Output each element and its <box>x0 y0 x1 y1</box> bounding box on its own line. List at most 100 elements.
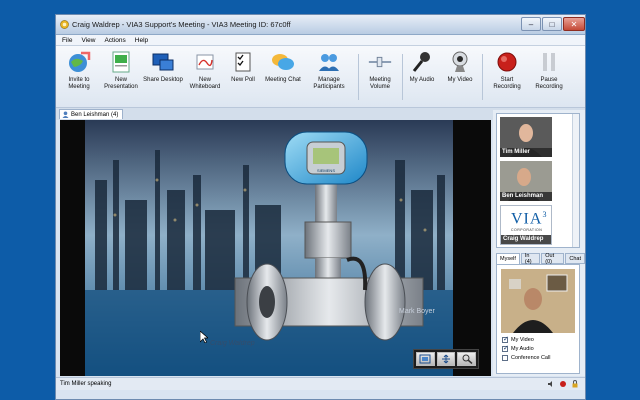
participant-name: Ben Leishman <box>500 192 552 201</box>
start-recording-label: Start Recording <box>493 77 521 90</box>
app-icon <box>60 20 69 29</box>
participant-video-tile[interactable]: Ben Leishman <box>500 161 552 201</box>
presentation-slide: SIEMENS <box>85 120 453 376</box>
tab-chat[interactable]: Chat <box>565 253 585 264</box>
stage-view-controls <box>413 349 479 369</box>
new-poll-button[interactable]: New Poll <box>228 49 258 84</box>
new-whiteboard-button[interactable]: New Whiteboard <box>187 49 223 91</box>
new-poll-label: New Poll <box>231 77 255 83</box>
self-video-preview <box>501 269 575 333</box>
magnifier-icon <box>462 354 473 364</box>
manage-participants-label: Manage Participants <box>313 77 345 90</box>
share-desktop-button[interactable]: Share Desktop <box>143 49 183 84</box>
title-bar[interactable]: Craig Waldrep - VIA3 Support's Meeting -… <box>56 15 585 35</box>
presentation-icon <box>108 49 134 75</box>
manage-participants-button[interactable]: Manage Participants <box>307 49 351 91</box>
desktop-icon <box>150 49 176 75</box>
start-recording-button[interactable]: Start Recording <box>488 49 526 91</box>
participant-video-tile[interactable]: VIA3 CORPORATION Craig Waldrep <box>500 205 552 245</box>
actual-size-button[interactable] <box>436 352 456 366</box>
meeting-volume-label: Meeting Volume <box>369 77 391 90</box>
pause-recording-button[interactable]: Pause Recording <box>530 49 568 91</box>
my-video-button[interactable]: My Video <box>444 49 476 84</box>
my-video-checkbox-label: My Video <box>511 337 534 343</box>
recording-status-icon <box>560 381 566 387</box>
invite-label: Invite to Meeting <box>68 77 90 90</box>
menu-actions[interactable]: Actions <box>104 37 125 44</box>
pause-recording-label: Pause Recording <box>535 77 563 90</box>
participants-panel: Tim Miller Ben Leishman VIA3 CORPORATION… <box>493 110 585 376</box>
conference-call-checkbox[interactable]: Conference Call <box>502 355 550 361</box>
flowmeter-slide-image: SIEMENS <box>85 120 453 376</box>
maximize-button[interactable]: □ <box>542 17 562 31</box>
participants-icon <box>316 49 342 75</box>
my-audio-checkbox-box[interactable] <box>502 344 509 352</box>
siemens-brand-text: SIEMENS <box>317 168 335 173</box>
webcam-icon <box>447 49 473 75</box>
meeting-volume-slider[interactable]: Meeting Volume <box>362 49 398 91</box>
record-icon <box>494 49 520 75</box>
participant-list-scrollbar[interactable] <box>572 114 579 247</box>
side-panel-tabs: Myself In (4) Out (0) Chat <box>493 253 585 265</box>
my-audio-checkbox[interactable]: My Audio <box>502 344 534 352</box>
share-desktop-label: Share Desktop <box>143 77 183 83</box>
fit-to-window-button[interactable] <box>416 352 435 366</box>
my-video-checkbox[interactable]: My Video <box>502 335 534 343</box>
status-bar: Tim Miller speaking <box>56 377 585 390</box>
myself-panel: My Video My Audio Conference Call <box>496 264 580 374</box>
globe-arrow-icon <box>66 49 92 75</box>
tab-out[interactable]: Out (0) <box>541 253 565 265</box>
meeting-chat-button[interactable]: Meeting Chat <box>264 49 302 84</box>
self-video-feed <box>501 269 575 333</box>
toolbar: Invite to Meeting New Presentation Share… <box>56 46 585 108</box>
menu-help[interactable]: Help <box>135 37 148 44</box>
status-icons <box>547 380 579 388</box>
via3-logo-superscript: 3 <box>542 210 548 219</box>
menu-view[interactable]: View <box>81 37 95 44</box>
via3-logo: VIA3 <box>511 210 547 228</box>
via3-logo-subtitle: CORPORATION <box>511 228 543 232</box>
toolbar-divider <box>482 54 483 100</box>
menu-file[interactable]: File <box>62 37 72 44</box>
volume-slider-icon <box>367 49 393 75</box>
close-button[interactable]: ✕ <box>563 17 585 31</box>
new-presentation-button[interactable]: New Presentation <box>102 49 140 91</box>
participant-name: Tim Miller <box>500 148 552 157</box>
chat-bubbles-icon <box>270 49 296 75</box>
pause-icon <box>536 49 562 75</box>
menu-bar: File View Actions Help <box>56 35 585 46</box>
tab-in[interactable]: In (4) <box>520 253 541 265</box>
fit-window-icon <box>419 354 431 364</box>
presentation-stage[interactable]: SIEMENS Craig Waldrep Mark Boyer <box>60 120 491 376</box>
lock-icon <box>572 380 578 388</box>
conference-call-checkbox-box[interactable] <box>502 355 508 361</box>
tab-myself[interactable]: Myself <box>496 253 520 264</box>
participant-video-tile[interactable]: Tim Miller <box>500 117 552 157</box>
toolbar-divider <box>358 54 359 100</box>
microphone-icon <box>409 49 435 75</box>
toolbar-divider <box>402 54 403 100</box>
conference-call-checkbox-label: Conference Call <box>511 355 551 361</box>
invite-to-meeting-button[interactable]: Invite to Meeting <box>62 49 96 91</box>
presenter-icon <box>62 111 69 118</box>
participant-name: Craig Waldrep <box>501 235 551 244</box>
my-audio-checkbox-label: My Audio <box>511 346 534 352</box>
meeting-chat-label: Meeting Chat <box>265 77 301 83</box>
speaking-status: Tim Miller speaking <box>60 381 112 387</box>
my-video-checkbox-box[interactable] <box>502 335 509 343</box>
remote-pointer-label: Mark Boyer <box>399 308 435 315</box>
speaker-status-icon <box>548 381 552 387</box>
minimize-button[interactable]: – <box>521 17 541 31</box>
meeting-window: Craig Waldrep - VIA3 Support's Meeting -… <box>55 14 586 400</box>
presenter-tab-label: Ben Leishman (4) <box>71 111 119 118</box>
whiteboard-icon <box>192 49 218 75</box>
new-whiteboard-label: New Whiteboard <box>189 77 221 90</box>
expand-arrows-icon <box>442 354 450 364</box>
my-video-label: My Video <box>447 77 473 83</box>
my-audio-button[interactable]: My Audio <box>406 49 438 84</box>
participant-video-list: Tim Miller Ben Leishman VIA3 CORPORATION… <box>496 113 580 248</box>
presenter-tab[interactable]: Ben Leishman (4) <box>59 109 124 119</box>
new-presentation-label: New Presentation <box>104 77 138 90</box>
my-audio-label: My Audio <box>409 77 435 83</box>
zoom-button[interactable] <box>457 352 477 366</box>
